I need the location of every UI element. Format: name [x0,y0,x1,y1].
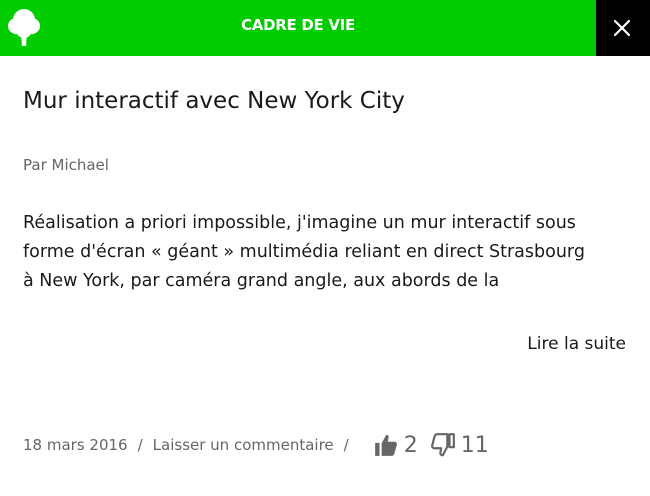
excerpt-line: à New York, par caméra grand angle, aux … [23,271,500,291]
category-header: CADRE DE VIE [0,0,650,56]
meta-separator: / [343,436,349,454]
upvote-count: 2 [403,432,418,458]
thumbs-up-icon [374,434,397,456]
post-meta: 18 mars 2016 / Laisser un commentaire / … [23,430,489,460]
idea-excerpt: Réalisation a priori impossible, j'imagi… [23,209,633,296]
thumbs-down-icon [430,433,455,457]
author-name: Par Michael [23,156,109,174]
close-icon [614,20,630,36]
leave-comment-link[interactable]: Laisser un commentaire [153,436,334,454]
upvote-button[interactable]: 2 [373,432,418,458]
excerpt-line: Réalisation a priori impossible, j'imagi… [23,213,576,233]
idea-title: Mur interactif avec New York City [23,88,405,114]
close-button[interactable] [596,0,650,56]
idea-card: CADRE DE VIE Mur interactif avec New Yor… [0,0,650,496]
excerpt-line: forme d'écran « géant » multimédia relia… [23,242,585,262]
category-title: CADRE DE VIE [241,16,355,34]
meta-separator: / [137,436,143,454]
read-more-link[interactable]: Lire la suite [527,334,626,354]
post-date: 18 mars 2016 [23,436,128,454]
downvote-count: 11 [460,432,489,458]
downvote-button[interactable]: 11 [430,432,489,458]
